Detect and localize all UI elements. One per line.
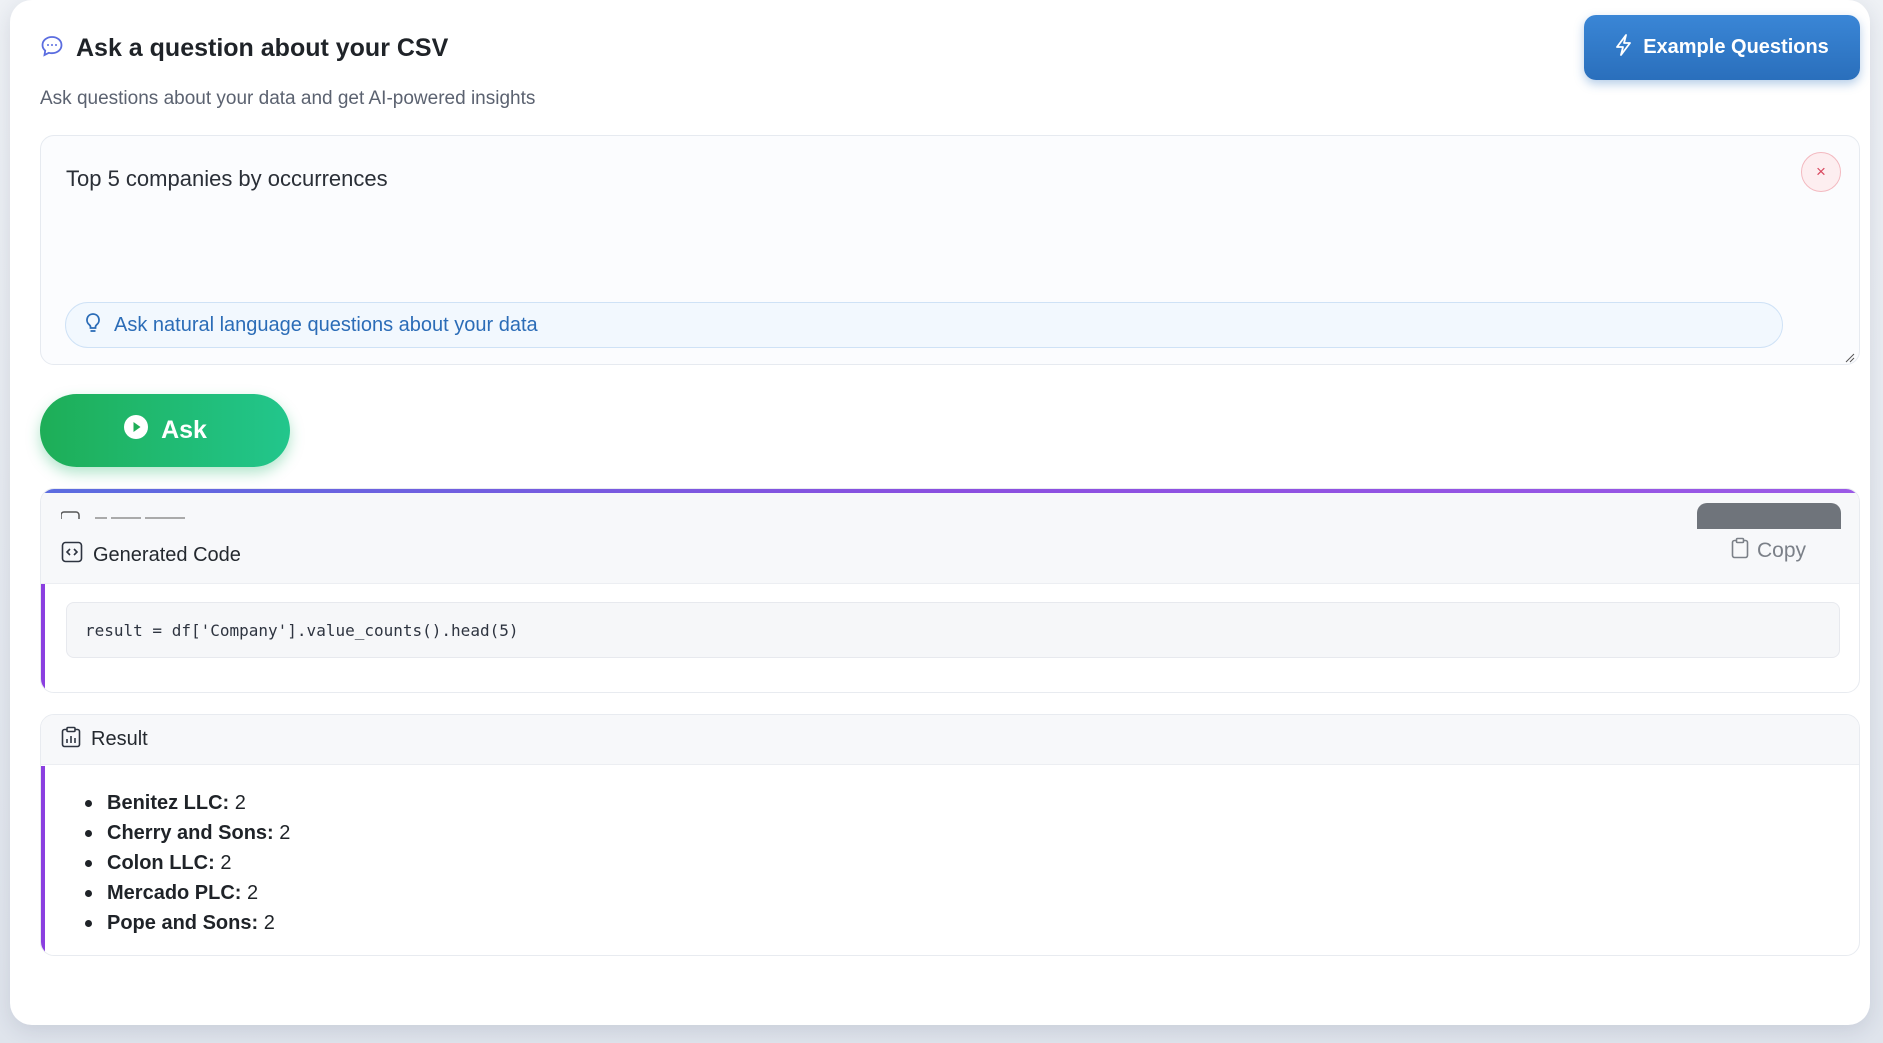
list-item: Colon LLC: 2 <box>84 848 290 878</box>
result-item-name: Mercado PLC: <box>107 882 242 904</box>
clipboard-chart-icon <box>61 726 81 754</box>
clear-question-button[interactable]: × <box>1801 152 1841 192</box>
play-circle-icon <box>123 414 149 447</box>
close-icon: × <box>1816 162 1826 181</box>
example-questions-button[interactable]: Example Questions <box>1584 15 1860 80</box>
question-textarea[interactable]: Top 5 companies by occurrences × Ask nat… <box>40 135 1860 365</box>
copy-code-button[interactable]: Copy <box>1731 537 1806 565</box>
resize-handle-icon[interactable] <box>1845 350 1855 363</box>
question-hint: Ask natural language questions about you… <box>65 302 1783 348</box>
code-block[interactable]: result = df['Company'].value_counts().he… <box>66 602 1840 658</box>
lightning-icon <box>1615 33 1633 62</box>
code-icon <box>61 541 83 569</box>
ghost-button <box>1697 503 1841 529</box>
result-item-value: 2 <box>247 882 259 904</box>
page-subtitle: Ask questions about your data and get AI… <box>40 88 536 109</box>
result-list: Benitez LLC: 2 Cherry and Sons: 2 Colon … <box>84 788 291 938</box>
list-item: Cherry and Sons: 2 <box>84 818 291 848</box>
result-item-name: Benitez LLC: <box>107 792 230 814</box>
code-panel-body: result = df['Company'].value_counts().he… <box>41 584 1859 692</box>
result-item-value: 2 <box>279 822 291 844</box>
result-panel-title: Result <box>91 728 148 750</box>
page-title: Ask a question about your CSV <box>76 33 449 62</box>
result-item-name: Colon LLC: <box>107 852 215 874</box>
ask-button-label: Ask <box>161 416 207 444</box>
list-item: Mercado PLC: 2 <box>84 878 290 908</box>
code-panel-header: Generated Code Copy <box>41 493 1859 584</box>
result-item-name: Cherry and Sons: <box>107 822 274 844</box>
ask-button[interactable]: Ask <box>40 394 290 467</box>
list-item: Benitez LLC: 2 <box>84 788 290 818</box>
page-header: Ask a question about your CSV <box>40 30 448 66</box>
result-item-value: 2 <box>220 852 232 874</box>
main-card: Ask a question about your CSV Ask questi… <box>10 0 1870 1025</box>
result-item-value: 2 <box>263 912 275 934</box>
chat-bubble-icon <box>40 34 64 63</box>
generated-code-panel: Generated Code Copy result = df['Company… <box>40 488 1860 693</box>
example-questions-label: Example Questions <box>1643 36 1829 58</box>
result-item-name: Pope and Sons: <box>107 912 259 934</box>
result-panel: Result Benitez LLC: 2 Cherry and Sons: 2… <box>40 714 1860 956</box>
code-header-ghost <box>61 507 261 519</box>
copy-label: Copy <box>1757 539 1807 562</box>
result-item-value: 2 <box>234 792 246 814</box>
code-panel-title: Generated Code <box>61 541 241 569</box>
question-input-value[interactable]: Top 5 companies by occurrences <box>66 166 388 192</box>
hint-text: Ask natural language questions about you… <box>114 313 538 336</box>
lightbulb-icon <box>84 312 102 339</box>
list-item: Pope and Sons: 2 <box>84 908 290 938</box>
result-panel-body: Benitez LLC: 2 Cherry and Sons: 2 Colon … <box>41 766 1859 955</box>
clipboard-icon <box>1731 537 1749 565</box>
result-panel-header: Result <box>41 715 1859 765</box>
code-panel-title-text: Generated Code <box>93 543 241 566</box>
